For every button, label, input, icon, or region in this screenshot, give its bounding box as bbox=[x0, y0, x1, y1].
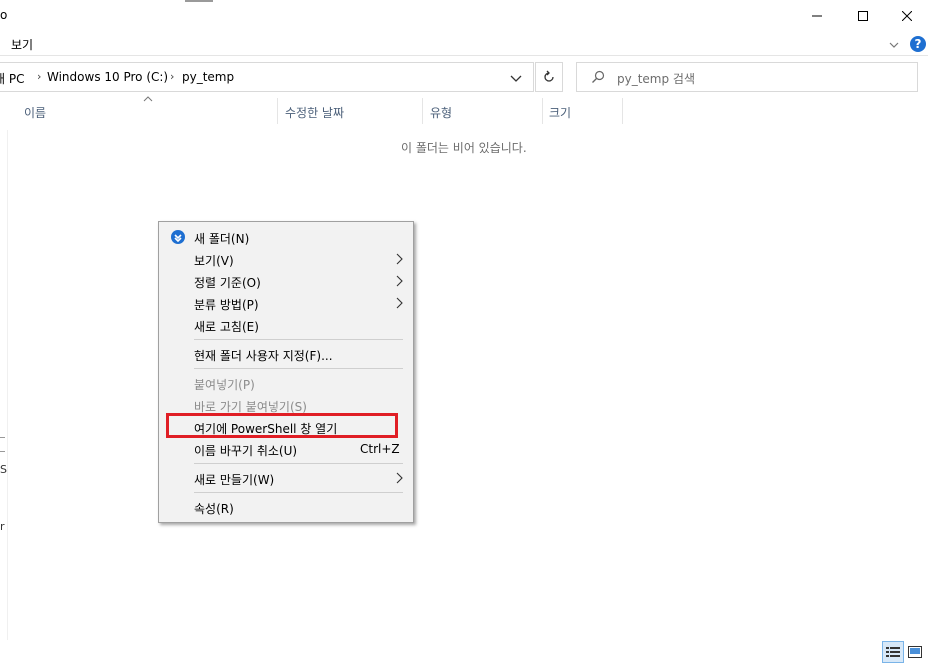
search-input[interactable]: py_temp 검색 bbox=[576, 62, 918, 92]
chevron-down-icon bbox=[889, 42, 899, 48]
shortcut-label: Ctrl+Z bbox=[360, 442, 400, 456]
column-divider[interactable] bbox=[422, 98, 423, 124]
submenu-arrow-icon bbox=[396, 275, 403, 287]
submenu-arrow-icon bbox=[396, 253, 403, 265]
menu-item-refresh[interactable]: 새로 고침(E) bbox=[159, 314, 413, 336]
menu-separator bbox=[194, 368, 403, 369]
nav-pane-text-fragment: S bbox=[0, 463, 7, 476]
menu-item-customize-folder[interactable]: 현재 폴더 사용자 지정(F)... bbox=[159, 343, 413, 365]
maximize-icon bbox=[858, 11, 868, 21]
large-icons-view-button[interactable] bbox=[906, 643, 924, 661]
column-header-date-modified[interactable]: 수정한 날짜 bbox=[285, 98, 422, 124]
nav-pane-item-fragment[interactable] bbox=[0, 437, 5, 452]
column-header-type[interactable]: 유형 bbox=[430, 98, 542, 124]
menu-separator bbox=[194, 492, 403, 493]
title-bar: o bbox=[0, 0, 928, 32]
breadcrumb-separator-icon[interactable]: › bbox=[170, 70, 174, 83]
submenu-arrow-icon bbox=[396, 472, 403, 484]
title-accent-line bbox=[185, 0, 213, 2]
column-divider[interactable] bbox=[277, 98, 278, 124]
search-placeholder: py_temp 검색 bbox=[617, 72, 696, 86]
column-divider[interactable] bbox=[542, 98, 543, 124]
submenu-arrow-icon bbox=[396, 297, 403, 309]
menu-item-sort-by[interactable]: 정렬 기준(O) bbox=[159, 270, 413, 292]
address-history-dropdown[interactable] bbox=[510, 72, 522, 86]
maximize-button[interactable] bbox=[840, 0, 886, 32]
menu-item-group-by[interactable]: 분류 방법(P) bbox=[159, 292, 413, 314]
column-header-name[interactable]: 이름 bbox=[24, 98, 277, 124]
minimize-button[interactable] bbox=[794, 0, 840, 32]
breadcrumb-current-folder[interactable]: py_temp bbox=[182, 70, 234, 84]
menu-separator bbox=[194, 339, 403, 340]
column-header-size[interactable]: 크기 bbox=[549, 98, 622, 124]
refresh-icon bbox=[544, 70, 554, 82]
close-button[interactable] bbox=[884, 0, 928, 32]
ribbon-expand-button[interactable] bbox=[889, 38, 899, 52]
menu-item-view[interactable]: 보기(V) bbox=[159, 248, 413, 270]
address-bar[interactable]: 내 PC › Windows 10 Pro (C:) › py_temp bbox=[0, 62, 534, 92]
chevron-down-icon bbox=[510, 75, 522, 82]
refresh-button[interactable] bbox=[535, 62, 563, 92]
ribbon-tabs: 보기 ? bbox=[0, 32, 928, 56]
context-menu: 새 폴더(N) 보기(V) 정렬 기준(O) 분류 방법(P) 새로 고침(E)… bbox=[158, 221, 414, 523]
window-title-fragment: o bbox=[0, 8, 8, 22]
details-view-icon bbox=[886, 647, 900, 657]
column-divider[interactable] bbox=[622, 98, 623, 124]
annotation-highlight-box bbox=[166, 413, 398, 438]
menu-item-new-folder[interactable]: 새 폴더(N) bbox=[159, 226, 413, 248]
menu-separator bbox=[194, 463, 403, 464]
nav-pane-text-fragment: r bbox=[0, 520, 5, 533]
empty-folder-message: 이 폴더는 비어 있습니다. bbox=[401, 141, 527, 155]
help-icon[interactable]: ? bbox=[910, 36, 926, 52]
close-icon bbox=[902, 11, 912, 21]
breadcrumb-drive[interactable]: Windows 10 Pro (C:) bbox=[47, 70, 168, 84]
search-icon bbox=[592, 70, 605, 83]
new-folder-icon bbox=[171, 230, 185, 244]
menu-item-new[interactable]: 새로 만들기(W) bbox=[159, 467, 413, 489]
minimize-icon bbox=[812, 15, 822, 17]
menu-item-undo-rename[interactable]: 이름 바꾸기 취소(U) Ctrl+Z bbox=[159, 438, 413, 460]
breadcrumb-this-pc[interactable]: 내 PC bbox=[0, 70, 24, 87]
navigation-pane-edge bbox=[7, 130, 8, 640]
menu-item-properties[interactable]: 속성(R) bbox=[159, 496, 413, 518]
tab-view[interactable]: 보기 bbox=[11, 36, 33, 53]
breadcrumb-separator-icon[interactable]: › bbox=[37, 70, 41, 83]
details-view-button[interactable] bbox=[882, 641, 904, 663]
large-icons-view-icon bbox=[908, 646, 922, 658]
menu-item-paste[interactable]: 붙여넣기(P) bbox=[159, 372, 413, 394]
